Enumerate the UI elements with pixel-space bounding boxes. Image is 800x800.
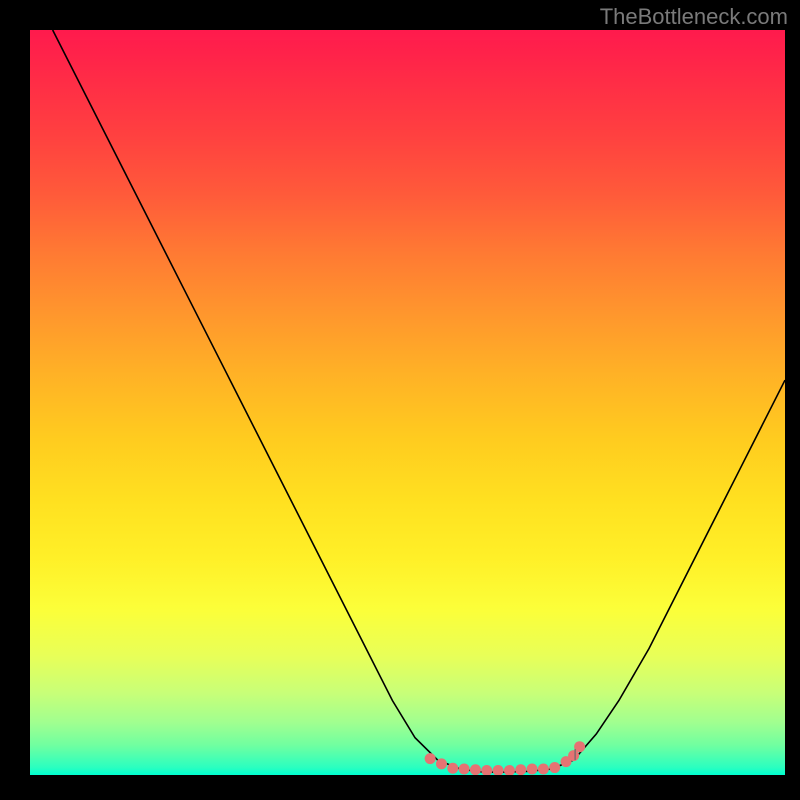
chart-area xyxy=(30,30,785,775)
marker-dot xyxy=(549,762,560,773)
marker-dot xyxy=(527,764,538,775)
marker-dot xyxy=(436,758,447,769)
marker-dot xyxy=(425,753,436,764)
bottom-markers-group xyxy=(425,741,585,775)
marker-dot xyxy=(538,764,549,775)
marker-dot xyxy=(447,763,458,774)
plot-svg xyxy=(30,30,785,775)
main-curve xyxy=(53,30,785,772)
marker-dot xyxy=(574,741,585,752)
marker-dot xyxy=(481,765,492,775)
marker-dot xyxy=(470,764,481,775)
marker-dot xyxy=(515,764,526,775)
marker-dot xyxy=(504,765,515,775)
marker-dot xyxy=(459,764,470,775)
marker-dot xyxy=(493,765,504,775)
watermark-text: TheBottleneck.com xyxy=(600,4,788,30)
marker-dot xyxy=(568,750,579,761)
